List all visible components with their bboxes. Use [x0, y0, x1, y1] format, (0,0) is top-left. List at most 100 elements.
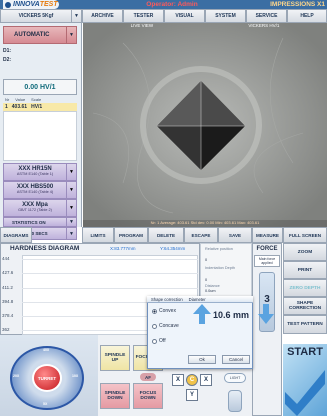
concave-option[interactable]: Concave: [152, 323, 179, 329]
table-row[interactable]: 1 403.61 HV/1: [3, 103, 77, 111]
live-view-label: LIVE VIEW: [130, 23, 154, 28]
menu-system[interactable]: SYSTEM: [205, 9, 246, 23]
chevron-down-icon: ▼: [66, 228, 76, 239]
results-table[interactable]: [3, 111, 77, 161]
y-tick-label: 427.6: [2, 270, 14, 275]
dialog-header: Shape correction Diameter: [147, 296, 253, 303]
turret-position-bottom[interactable]: 5X: [43, 402, 47, 406]
info-label: Distance: [205, 284, 220, 288]
live-view-header: LIVE VIEW VICKERS HV/1: [83, 23, 327, 30]
turret-position-left[interactable]: 20X: [13, 374, 19, 378]
statistics-label: STATISTICS ON: [12, 219, 46, 225]
cancel-button[interactable]: Cancel: [222, 355, 250, 364]
chevron-down-icon: ▼: [66, 218, 76, 226]
tab-diagrams[interactable]: DIAGRAMS: [0, 227, 32, 243]
test-pattern-button[interactable]: TEST PATTERN: [283, 315, 327, 334]
light-button[interactable]: LIGHT: [224, 373, 246, 383]
off-option[interactable]: Off: [152, 338, 166, 344]
main-force-indicator: Main force applied: [254, 255, 280, 267]
autofocus-button[interactable]: AF: [140, 373, 156, 381]
spindle-up-button[interactable]: SPINDLE UP: [100, 345, 130, 371]
radio-icon: [152, 338, 157, 344]
diameter-decrease-button[interactable]: [258, 304, 274, 324]
chevron-down-icon: ▼: [66, 27, 76, 43]
info-label: Indentation Depth: [205, 266, 235, 270]
chevron-down-icon: ▼: [66, 200, 76, 216]
operator-label: Operator: Admin: [146, 1, 198, 8]
conversion-scale-3[interactable]: XXX Mpa GB/T 1172 (Table 2) ▼: [3, 199, 77, 217]
info-value: 0: [205, 258, 208, 262]
print-button[interactable]: PRINT: [283, 261, 327, 279]
info-value: 0.0um: [205, 289, 216, 293]
menu-service[interactable]: SERVICE: [246, 9, 287, 23]
option-label: Off: [159, 338, 166, 344]
gridline: [22, 273, 198, 274]
tab-limits[interactable]: LIMITS: [82, 227, 114, 243]
option-label: Concave: [159, 323, 179, 329]
tab-program[interactable]: PROGRAM: [114, 227, 148, 243]
col-scale: Scale: [31, 97, 42, 102]
statistics-select[interactable]: STATISTICS ON ▼: [3, 217, 77, 227]
diameter-increase-button[interactable]: [193, 304, 211, 324]
start-label: START: [287, 346, 323, 358]
light-slider[interactable]: [228, 390, 242, 412]
turret-position-right[interactable]: 10X: [72, 374, 78, 378]
x-right-button[interactable]: X: [200, 374, 212, 386]
save-button[interactable]: SAVE: [218, 227, 252, 243]
shape-correction-button[interactable]: SHAPE CORRECTION: [283, 297, 327, 315]
convex-option[interactable]: Convex: [152, 308, 176, 314]
center-button[interactable]: C: [186, 374, 198, 386]
conversion-standard: ASTM E140 (Table 1): [16, 172, 54, 176]
menu-help[interactable]: HELP: [287, 9, 327, 23]
logo-text-a: INNOVA: [13, 1, 40, 8]
logo-mark: [5, 1, 11, 8]
full-screen-button[interactable]: FULL SCREEN: [283, 227, 327, 243]
turret-button[interactable]: TURRET: [32, 364, 62, 392]
diameter-value: 10.6 mm: [213, 310, 250, 320]
zero-depth-button[interactable]: ZERO DEPTH: [283, 279, 327, 297]
mode-select[interactable]: AUTOMATIC ▼: [3, 26, 77, 44]
spindle-down-button[interactable]: SPINDLE DOWN: [100, 383, 130, 409]
menu-tester[interactable]: TESTER: [123, 9, 164, 23]
measure-button[interactable]: MEASURE: [252, 227, 283, 243]
x-left-button[interactable]: X: [172, 374, 184, 386]
conversion-standard: GB/T 1172 (Table 2): [18, 208, 52, 212]
shape-title: Shape correction: [151, 296, 183, 302]
escape-button[interactable]: ESCAPE: [184, 227, 218, 243]
delete-button[interactable]: DELETE: [148, 227, 184, 243]
live-view[interactable]: LIVE VIEW VICKERS HV/1 Nr: 1 Average: 40…: [83, 23, 327, 227]
conversion-standard: ASTM E140 (Table 4): [16, 190, 54, 194]
col-nr: Nr: [5, 97, 10, 102]
zoom-button[interactable]: ZOOM: [283, 243, 327, 261]
info-label: Relative position: [205, 247, 233, 251]
row-scale: HV/1: [31, 104, 43, 110]
y-tick-label: 378.4: [2, 313, 14, 318]
focus-down-button[interactable]: FOCUS DOWN: [133, 383, 163, 409]
turret-position-top[interactable]: 40X: [43, 348, 49, 352]
y-tick-label: 411.2: [2, 285, 13, 290]
y-down-button[interactable]: Y: [186, 389, 198, 401]
ok-button[interactable]: Ok: [188, 355, 216, 364]
row-value: 403.61: [11, 104, 28, 110]
diagram-title: HARDNESS DIAGRAM: [10, 245, 80, 252]
option-label: Convex: [159, 308, 176, 314]
y-tick-label: 362: [2, 327, 10, 332]
conversion-scale-2[interactable]: XXX HBS500 ASTM E140 (Table 4) ▼: [3, 181, 77, 199]
gridline: [22, 259, 198, 260]
conversion-scale-1[interactable]: XXX HR15N ASTM E140 (Table 1) ▼: [3, 163, 77, 181]
info-value: 0: [205, 278, 208, 282]
arrow-down-icon: [258, 304, 274, 324]
measurement-summary: Nr: 1 Average: 403.61 Std dev: 0.00 Min:…: [83, 220, 327, 227]
chevron-down-icon: ▼: [66, 164, 76, 180]
mode-label: AUTOMATIC: [14, 32, 50, 38]
method-select[interactable]: VICKERS 5Kgf ▼: [0, 9, 82, 23]
force-title: FORCE: [256, 246, 278, 252]
method-label: VICKERS 5Kgf: [18, 13, 54, 19]
menu-archive[interactable]: ARCHIVE: [82, 9, 123, 23]
chevron-down-icon: ▼: [66, 182, 76, 198]
y-tick-label: 444: [2, 256, 10, 261]
radio-icon: [152, 323, 157, 329]
d2-label: D2:: [3, 57, 12, 63]
menu-visual[interactable]: VISUAL: [164, 9, 205, 23]
d1-label: D1:: [3, 48, 12, 54]
